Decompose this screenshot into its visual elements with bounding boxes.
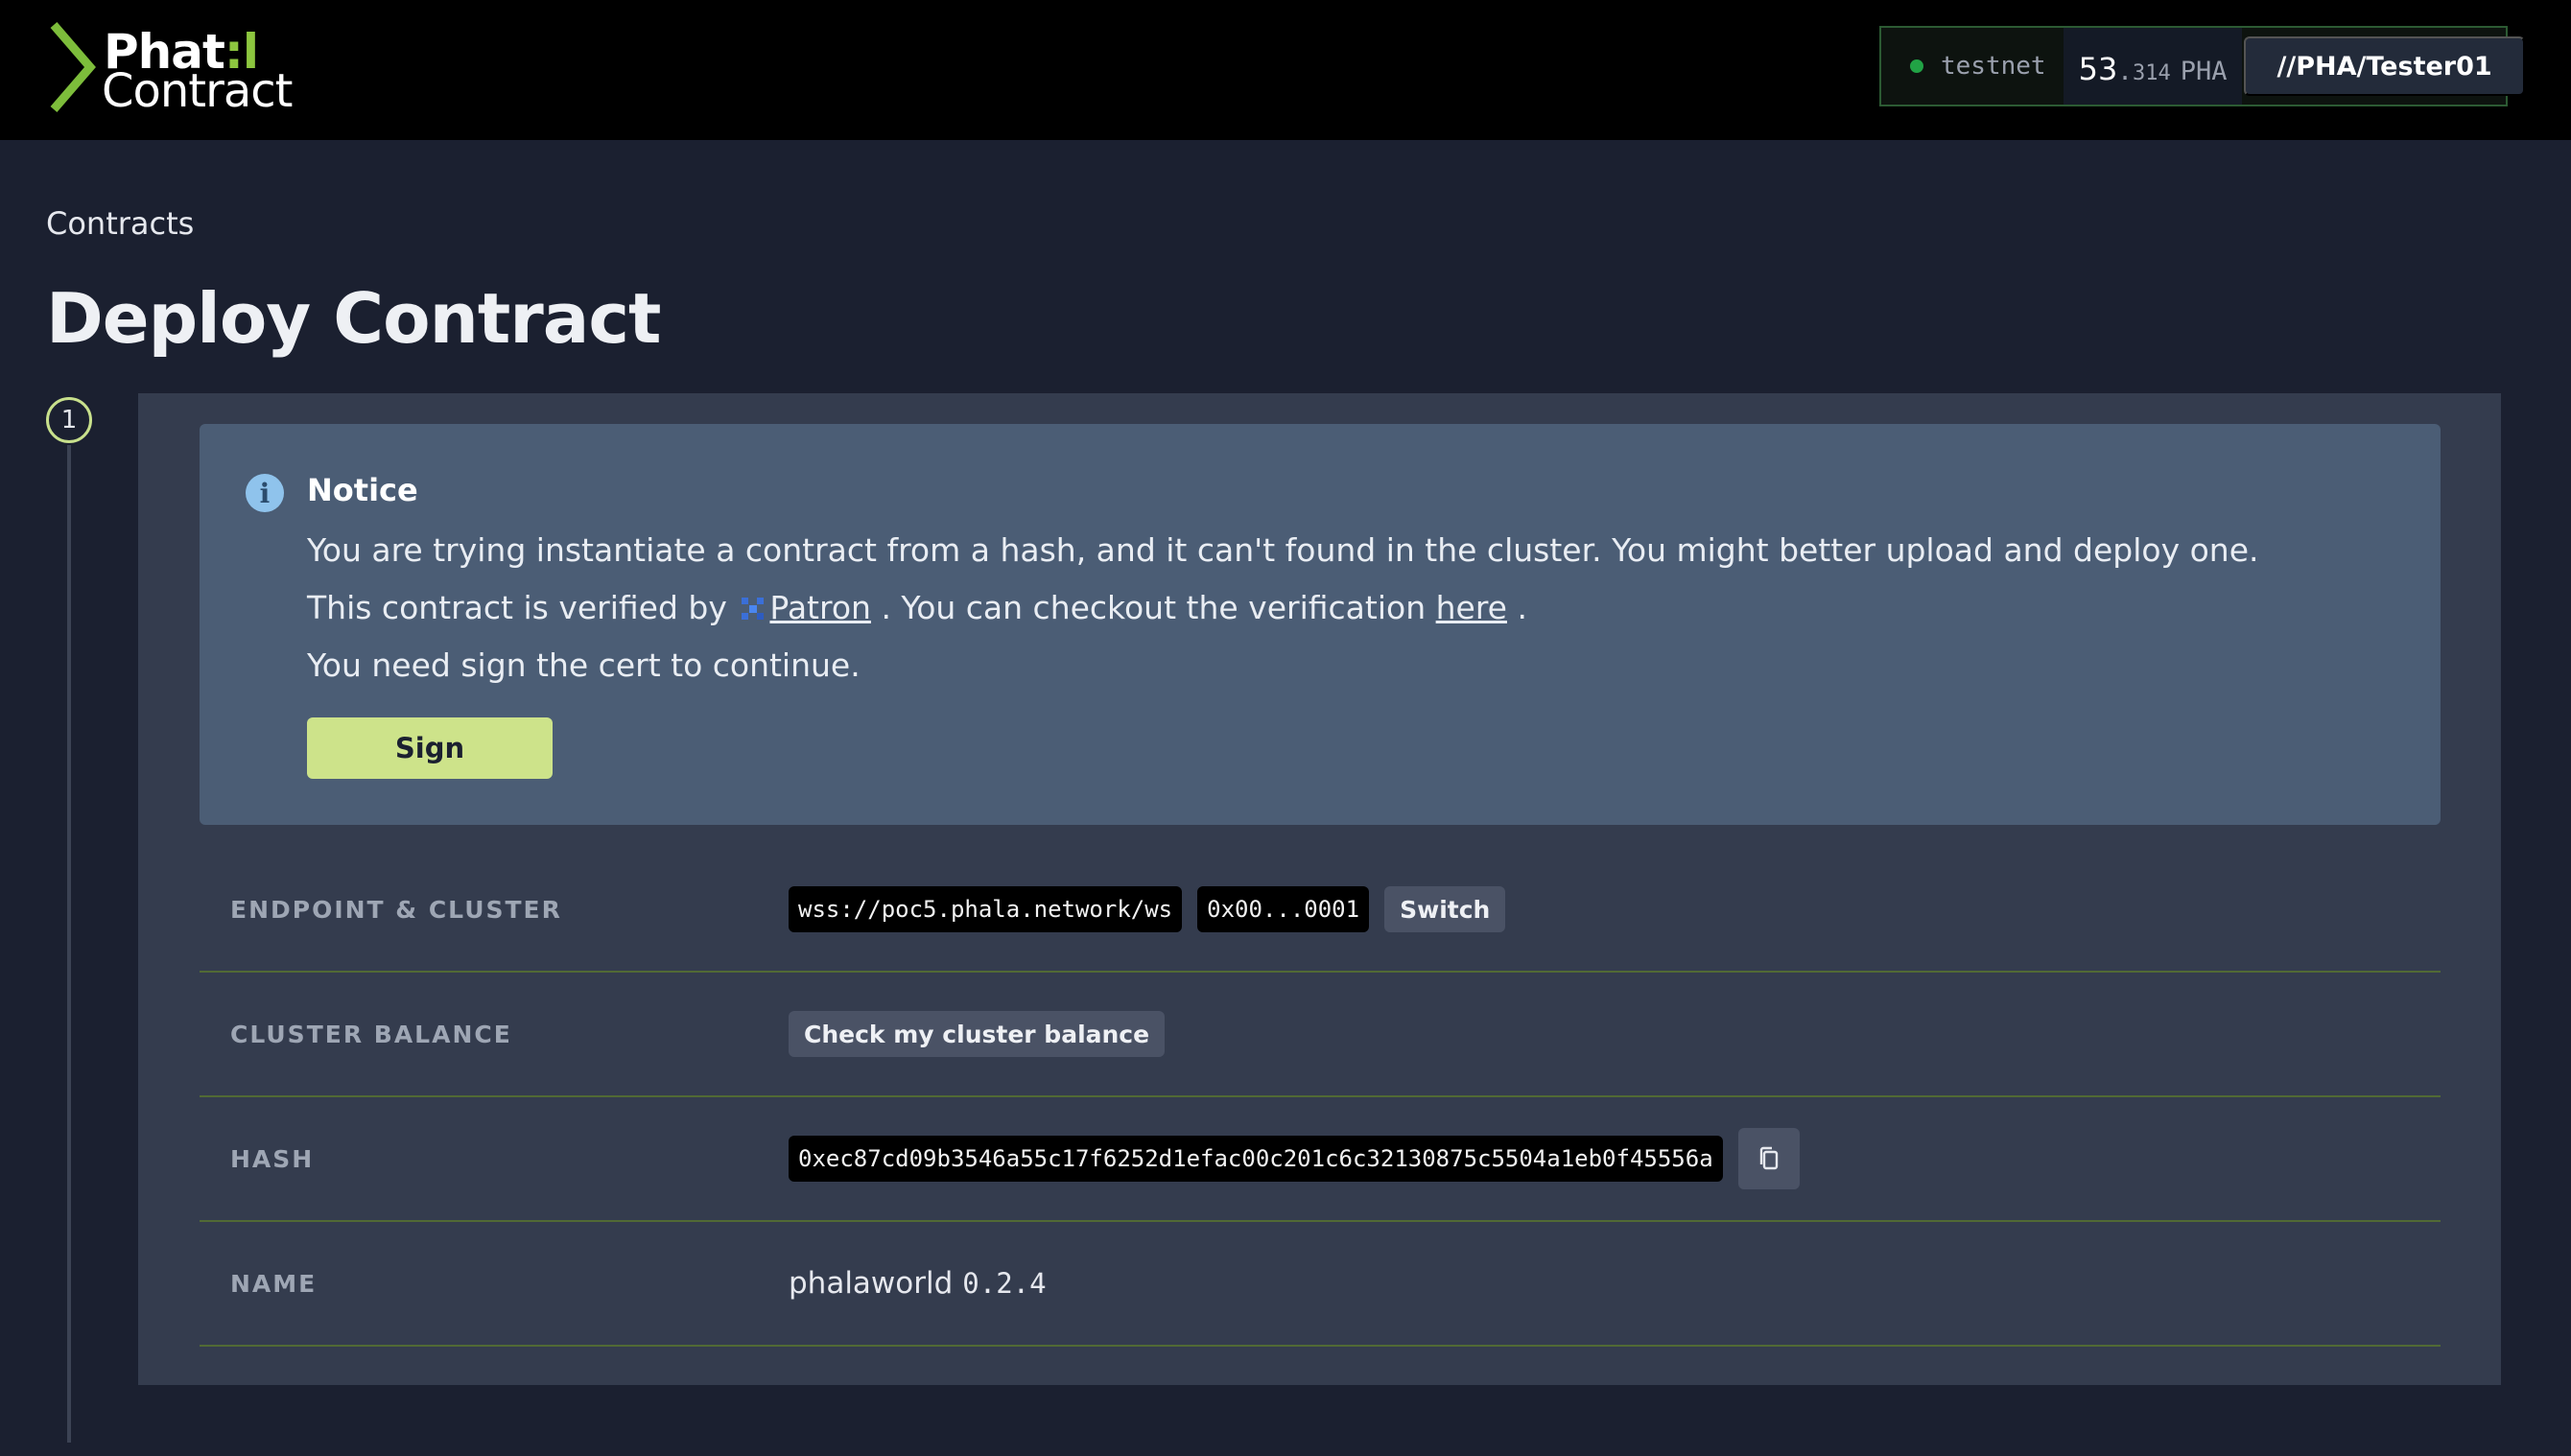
cluster-id-value: 0x00...0001 [1197, 886, 1370, 932]
balance-unit: PHA [2180, 57, 2228, 86]
copy-icon [1759, 1146, 1778, 1170]
page-title: Deploy Contract [46, 278, 661, 359]
cluster-balance-label: CLUSTER BALANCE [230, 1020, 512, 1048]
notice-title: Notice [307, 472, 418, 508]
switch-button[interactable]: Switch [1384, 886, 1506, 932]
patron-icon [742, 598, 765, 620]
endpoint-cluster-row: ENDPOINT & CLUSTER wss://poc5.phala.netw… [200, 848, 2441, 973]
notice-verified-mid: . You can checkout the verification [881, 589, 1427, 626]
notice-text-3: You need sign the cert to continue. [307, 646, 861, 684]
hash-row: HASH 0xec87cd09b3546a55c17f6252d1efac00c… [200, 1097, 2441, 1222]
step-indicator: 1 [46, 397, 92, 443]
network-status-dot [1910, 59, 1923, 73]
top-header: Phat:l Contract testnet 53 . 314 PHA //P… [0, 0, 2571, 140]
deploy-panel: i Notice You are trying instantiate a co… [138, 393, 2501, 1385]
endpoint-value: wss://poc5.phala.network/ws [789, 886, 1183, 932]
cluster-balance-value: Check my cluster balance [789, 973, 1166, 1095]
network-label: testnet [1941, 52, 2046, 81]
name-label: NAME [230, 1269, 318, 1298]
info-icon: i [246, 474, 284, 512]
copy-hash-button[interactable] [1737, 1128, 1800, 1189]
notice-verified-suffix: . [1517, 589, 1527, 626]
patron-link[interactable]: Patron [769, 589, 871, 626]
name-value-group: phalaworld 0.2.4 [789, 1222, 1047, 1345]
verification-here-link[interactable]: here [1436, 589, 1507, 626]
endpoint-cluster-label: ENDPOINT & CLUSTER [230, 895, 562, 924]
check-cluster-balance-button[interactable]: Check my cluster balance [789, 1011, 1166, 1057]
account-button[interactable]: //PHA/Tester01 [2244, 36, 2525, 96]
name-row: NAME phalaworld 0.2.4 [200, 1222, 2441, 1347]
balance-dot: . [2117, 58, 2133, 86]
endpoint-cluster-value: wss://poc5.phala.network/ws 0x00...0001 … [789, 848, 1506, 971]
cluster-balance-row: CLUSTER BALANCE Check my cluster balance [200, 973, 2441, 1097]
contract-name: phalaworld [789, 1266, 954, 1301]
balance-display: 53 . 314 PHA [2063, 28, 2243, 105]
sign-button[interactable]: Sign [307, 717, 553, 779]
balance-fraction: 314 [2132, 61, 2171, 85]
hash-value: 0xec87cd09b3546a55c17f6252d1efac00c201c6… [789, 1136, 1723, 1182]
network-indicator[interactable]: testnet [1881, 28, 2064, 105]
hash-value-group: 0xec87cd09b3546a55c17f6252d1efac00c201c6… [789, 1097, 1800, 1220]
account-panel: testnet 53 . 314 PHA //PHA/Tester01 [1879, 26, 2525, 106]
phat-contract-logo[interactable]: Phat:l Contract [48, 21, 317, 117]
logo-word-contract: Contract [102, 64, 293, 118]
hash-label: HASH [230, 1144, 315, 1173]
notice-text-2: This contract is verified by Patron . Yo… [307, 589, 1527, 626]
step-line [67, 445, 71, 1443]
notice-box: i Notice You are trying instantiate a co… [200, 424, 2441, 825]
contract-version: 0.2.4 [962, 1267, 1047, 1300]
balance-integer: 53 [2078, 51, 2118, 87]
breadcrumb-contracts[interactable]: Contracts [46, 205, 194, 242]
notice-text-1: You are trying instantiate a contract fr… [307, 531, 2259, 569]
chevron-logo-icon [50, 22, 96, 112]
notice-verified-prefix: This contract is verified by [307, 589, 727, 626]
